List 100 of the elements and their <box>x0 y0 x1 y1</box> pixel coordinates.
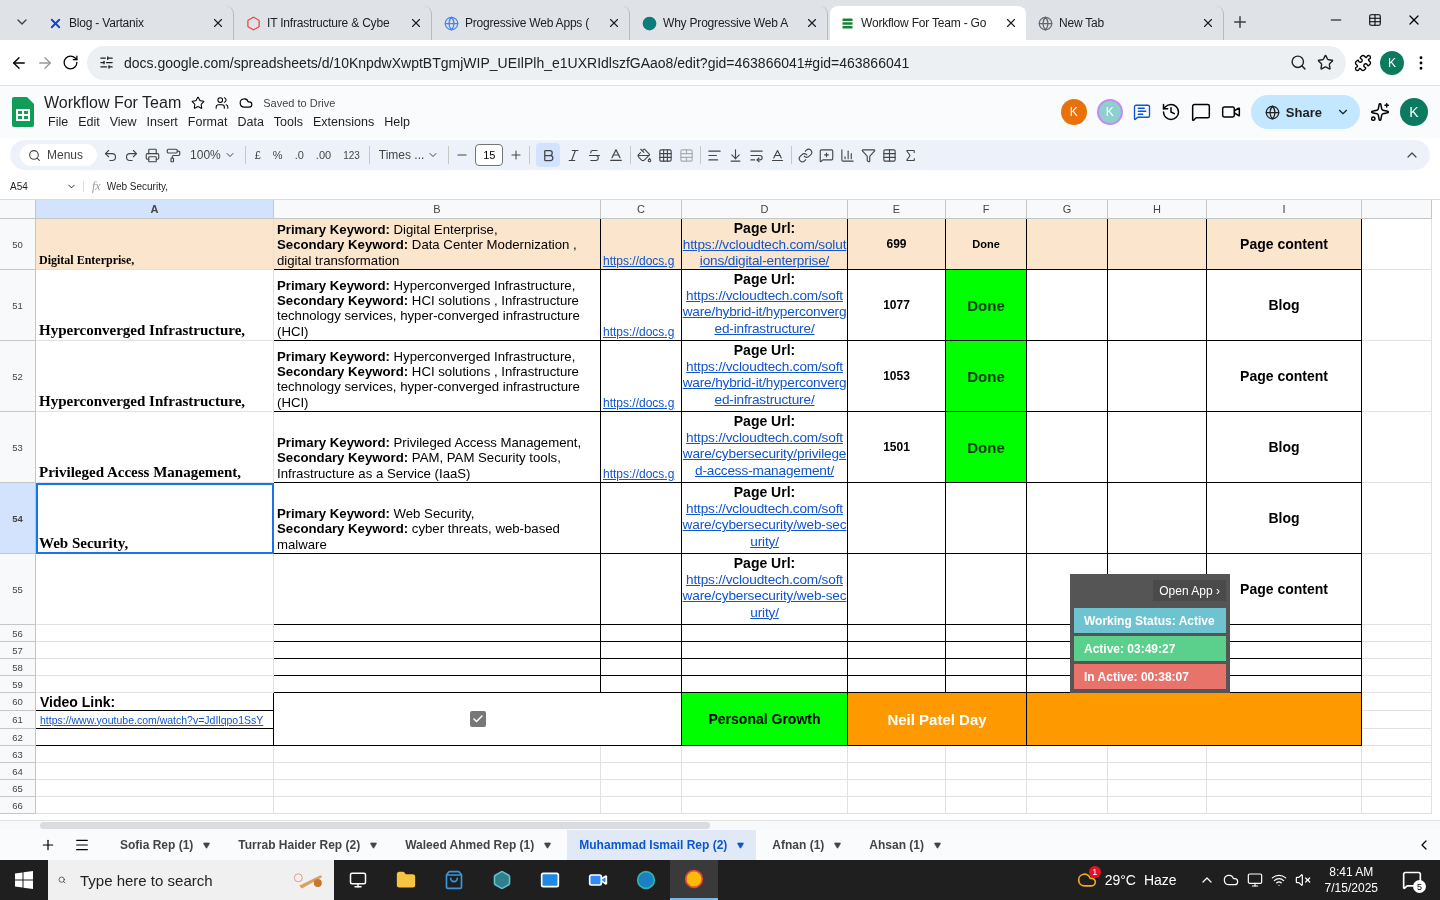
status-cell: Done <box>946 341 1027 412</box>
table-cell: Primary Keyword: Web Security, Secondary Keyword: cyber threats, web-based malware <box>274 483 601 554</box>
font-dropdown[interactable]: Times ... <box>375 143 443 167</box>
row-header[interactable]: 55 <box>0 554 36 625</box>
menu-item[interactable]: Extensions <box>309 114 379 130</box>
column-header[interactable]: H <box>1108 200 1207 219</box>
doc-link[interactable]: https://docs.g <box>603 467 675 481</box>
menu-item[interactable]: View <box>105 114 141 130</box>
row-header[interactable]: 61 <box>0 711 36 729</box>
notifications-button[interactable]: 5 <box>1392 860 1432 900</box>
table-cell: 1077 <box>848 270 946 341</box>
increase-decimal-button[interactable]: .00 <box>312 143 335 167</box>
column-header[interactable]: C <box>601 200 682 219</box>
row-header[interactable]: 52 <box>0 341 36 412</box>
table-cell: Digital Enterprise, <box>36 219 274 270</box>
open-app-button[interactable]: Open App › <box>1153 580 1226 602</box>
doc-link[interactable]: https://docs.g <box>603 325 675 339</box>
url-label: Page Url: <box>733 413 796 430</box>
row-header[interactable]: 54 <box>0 483 36 554</box>
table-cell: Page content <box>1207 341 1362 412</box>
status-cell: Done <box>946 270 1027 341</box>
share-button[interactable]: Share <box>1250 95 1360 129</box>
decrease-decimal-button[interactable]: .0 <box>291 143 307 167</box>
column-header[interactable]: A <box>36 200 274 219</box>
column-header[interactable]: G <box>1027 200 1108 219</box>
sheet-tab[interactable]: Sofia Rep (1) <box>108 830 223 860</box>
menu-item[interactable]: Insert <box>142 114 182 130</box>
table-cell: Privileged Access Management, <box>36 412 274 483</box>
weather-badge: 1 <box>1088 866 1101 878</box>
address-bar[interactable]: docs.google.com/spreadsheets/d/10KnpdwXwptBTgmjWIP_UEIlPlh_e1UXRIdlszfGAao8/edit?gid=463866041#gid=463866041 <box>87 45 1346 80</box>
row-header[interactable]: 51 <box>0 270 36 341</box>
row-header[interactable]: 64 <box>0 763 36 780</box>
row-header[interactable]: 56 <box>0 625 36 642</box>
row-header[interactable]: 66 <box>0 797 36 814</box>
status-cell: Done <box>946 412 1027 483</box>
percent-button[interactable]: % <box>269 143 286 167</box>
menu-search[interactable]: Menus <box>20 144 98 166</box>
sheet-tab[interactable]: Waleed Ahmed Rep (1) <box>393 830 564 860</box>
name-box[interactable]: A54 <box>0 181 84 192</box>
row-header[interactable]: 53 <box>0 412 36 483</box>
taskbar-search[interactable]: Type here to search <box>48 860 334 900</box>
column-header[interactable]: B <box>274 200 601 219</box>
save-status: Saved to Drive <box>263 97 336 109</box>
search-input[interactable]: Type here to search <box>78 870 281 890</box>
row-header[interactable]: 62 <box>0 729 36 746</box>
table-cell: Web Security, <box>36 483 274 554</box>
page-url-link[interactable]: https://vcloudtech.com/software/hybrid-it/hyperconverged-infrastructure/ <box>682 358 847 408</box>
url-label: Page Url: <box>733 271 796 288</box>
sheet-tab[interactable]: Ahsan (1) <box>857 830 953 860</box>
row-header[interactable]: 63 <box>0 746 36 763</box>
column-header[interactable]: D <box>682 200 848 219</box>
table-cell: 699 <box>848 219 946 270</box>
page-url-link[interactable]: https://vcloudtech.com/software/cybersecurity/web-security/ <box>682 500 847 550</box>
menu-item[interactable]: Help <box>380 114 414 130</box>
row-header[interactable]: 57 <box>0 642 36 659</box>
table-cell: Primary Keyword: Digital Enterprise, Secondary Keyword: Data Center Modernization , digital transformation <box>274 219 601 270</box>
browser-tab[interactable]: Workflow For Team - Go <box>830 6 1026 40</box>
formula-label: fx <box>91 179 102 194</box>
column-header[interactable]: F <box>946 200 1027 219</box>
sheet-tab[interactable]: Muhammad Ismail Rep (2) <box>567 830 757 860</box>
temperature[interactable]: 29°C <box>1104 872 1136 888</box>
url-label: Page Url: <box>733 484 796 501</box>
weather-condition[interactable]: Haze <box>1143 872 1177 888</box>
page-url-link[interactable]: https://vcloudtech.com/software/hybrid-it/hyperconverged-infrastructure/ <box>682 287 847 337</box>
font-size-field[interactable]: 15 <box>475 144 504 166</box>
table-cell: Primary Keyword: Hyperconverged Infrastructure, Secondary Keyword: HCI solutions , Infrastructure technology services, hyper-converged infrastructure (HCI) <box>274 341 601 412</box>
menu-item[interactable]: Data <box>233 114 268 130</box>
doc-link[interactable]: https://docs.g <box>603 396 675 410</box>
menu-item[interactable]: Format <box>183 114 232 130</box>
working-status: Working Status: Active <box>1074 608 1226 634</box>
sheet-tab[interactable]: Afnan (1) <box>760 830 854 860</box>
row-header[interactable]: 50 <box>0 219 36 270</box>
row-header[interactable]: 58 <box>0 659 36 676</box>
menu-item[interactable]: Edit <box>74 114 104 130</box>
zoom-dropdown[interactable]: 100% <box>187 143 239 167</box>
table-cell: 1053 <box>848 341 946 412</box>
row-header[interactable]: 65 <box>0 780 36 797</box>
clock[interactable]: 8:41 AM 7/15/2025 <box>1318 864 1384 896</box>
page-url-link[interactable]: https://vcloudtech.com/solutions/digital-enterprise/ <box>682 236 847 269</box>
column-header[interactable]: E <box>848 200 946 219</box>
page-url-link[interactable]: https://vcloudtech.com/software/cybersecurity/web-security/ <box>682 571 847 621</box>
row-header[interactable]: 60 <box>0 693 36 711</box>
menu-item[interactable]: Tools <box>269 114 308 130</box>
column-header[interactable]: I <box>1207 200 1362 219</box>
row-header[interactable]: 59 <box>0 676 36 693</box>
page-url-link[interactable]: https://vcloudtech.com/software/cybersecurity/privileged-access-management/ <box>682 429 847 479</box>
profile-avatar[interactable]: K <box>1380 50 1404 75</box>
menu-item[interactable]: File <box>44 114 73 130</box>
number-format-button[interactable]: 123 <box>340 143 363 167</box>
table-cell: Hyperconverged Infrastructure, <box>36 341 274 412</box>
currency-button[interactable]: £ <box>251 143 264 167</box>
formula-value[interactable]: Web Security, <box>106 181 168 192</box>
table-cell: 1501 <box>848 412 946 483</box>
day-cell: Neil Patel Day <box>848 693 1027 746</box>
active-time: Active: 03:49:27 <box>1074 636 1226 662</box>
sheet-tab[interactable]: Turrab Haider Rep (2) <box>226 830 390 860</box>
table-cell: Hyperconverged Infrastructure, <box>36 270 274 341</box>
document-title[interactable]: Workflow For Team <box>44 94 182 112</box>
account-avatar[interactable]: K <box>1400 98 1428 126</box>
url-label: Page Url: <box>733 342 796 359</box>
